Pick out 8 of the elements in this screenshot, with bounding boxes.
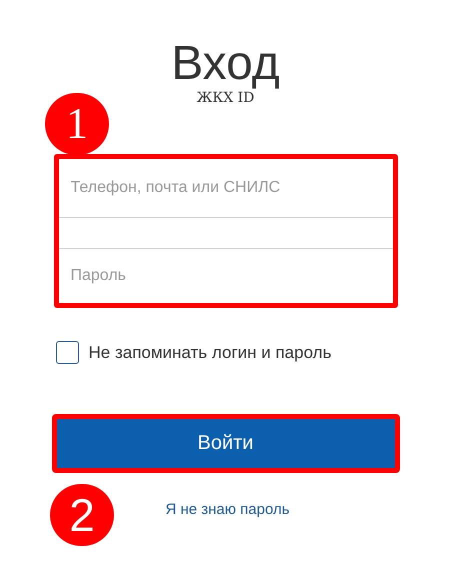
page-title: Вход: [171, 38, 280, 90]
page-subtitle: ЖКХ ID: [196, 90, 254, 106]
forgot-password-link[interactable]: Я не знаю пароль: [165, 498, 290, 521]
step-number-badge: 2: [50, 484, 114, 546]
checkbox[interactable]: [56, 341, 78, 364]
checkbox-label: Не запоминать логин и пароль: [88, 342, 332, 364]
login-button[interactable]: Войти: [56, 418, 394, 468]
step-number-badge: 1: [45, 93, 109, 155]
